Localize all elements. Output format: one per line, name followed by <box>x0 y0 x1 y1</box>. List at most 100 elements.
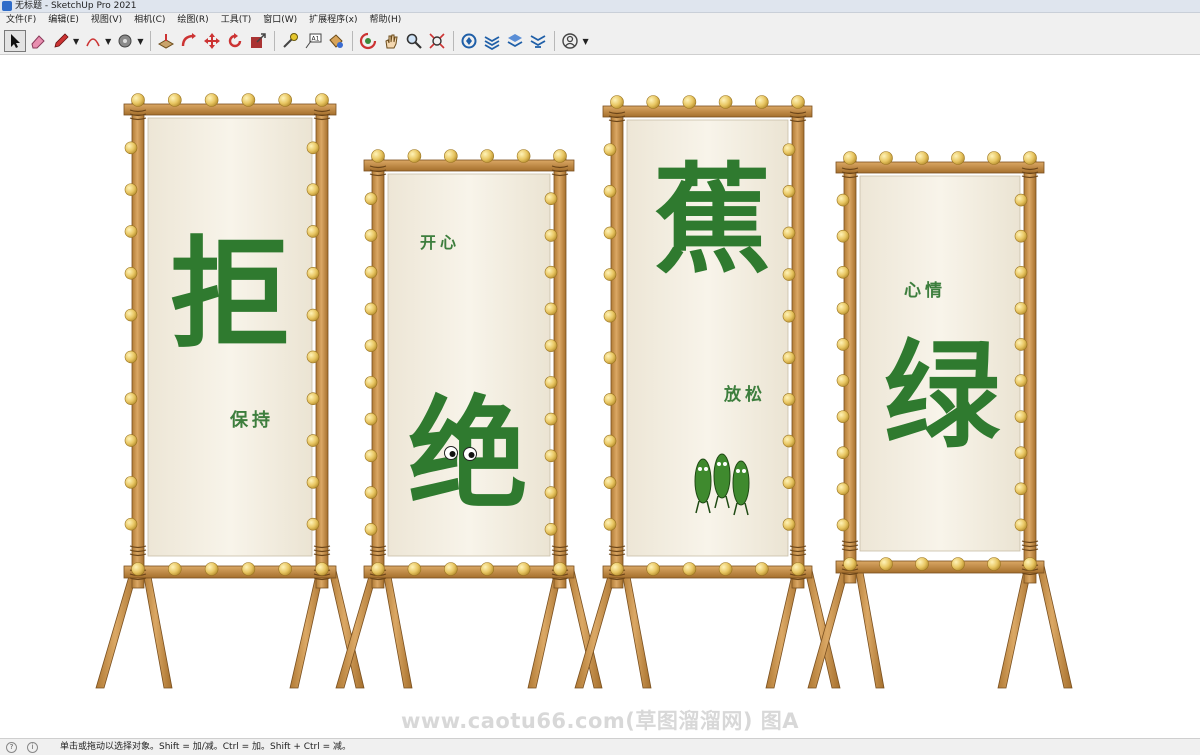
scale-icon[interactable] <box>247 30 269 52</box>
bead-light <box>124 517 138 531</box>
bead-light <box>603 268 617 281</box>
zoom-extents-icon[interactable] <box>426 30 448 52</box>
menu-view[interactable]: 视图(V) <box>85 13 128 28</box>
bead-light <box>306 392 320 406</box>
banner-stand: 绿 心情 <box>807 151 1073 689</box>
bead-light <box>544 302 558 316</box>
menu-help[interactable]: 帮助(H) <box>364 13 408 28</box>
toolbar-separator <box>150 31 152 51</box>
rotate-icon[interactable] <box>224 30 246 52</box>
chevron-down-icon[interactable]: ▼ <box>105 37 111 46</box>
warehouse-icon[interactable] <box>458 30 480 52</box>
cucumber-eye <box>698 467 702 471</box>
bead-light <box>544 339 558 352</box>
chevron-down-icon[interactable]: ▼ <box>73 37 79 46</box>
push-pull-icon[interactable] <box>155 30 177 52</box>
cucumber-body <box>732 460 750 506</box>
menu-tools[interactable]: 工具(T) <box>215 13 258 28</box>
bead-light <box>603 309 617 323</box>
bead-light <box>646 562 661 576</box>
model-scene: 拒保持 绝开心 蕉放松 绿心情 <box>95 93 1073 689</box>
status-bar: ? i 单击或拖动以选择对象。Shift = 加/减。Ctrl = 加。Shif… <box>0 738 1200 755</box>
bead-light <box>836 302 850 315</box>
zoom-icon[interactable] <box>403 30 425 52</box>
eraser-icon[interactable] <box>27 30 49 52</box>
bead-light <box>843 557 857 571</box>
bead-light <box>915 151 929 165</box>
bead-light <box>1014 518 1028 532</box>
extension-warehouse-icon[interactable] <box>481 30 503 52</box>
menu-draw[interactable]: 绘图(R) <box>171 13 214 28</box>
bead-light <box>544 486 558 499</box>
bead-light <box>553 562 567 576</box>
cucumber-body <box>713 453 731 499</box>
menu-extensions[interactable]: 扩展程序(x) <box>303 13 363 28</box>
bead-light <box>718 95 733 109</box>
bead-light <box>364 192 378 206</box>
tape-measure-icon[interactable] <box>279 30 301 52</box>
layout-icon[interactable] <box>504 30 526 52</box>
chevron-down-icon[interactable]: ▼ <box>582 37 588 46</box>
bead-light <box>480 562 495 576</box>
menu-camera[interactable]: 相机(C) <box>128 13 171 28</box>
bead-light <box>610 95 624 109</box>
send-to-layout-icon[interactable] <box>527 30 549 52</box>
bamboo-pole-left <box>610 99 624 589</box>
bead-light <box>241 562 256 576</box>
bead-light <box>610 562 624 576</box>
info-icon[interactable]: i <box>27 741 38 753</box>
bead-light <box>168 562 182 576</box>
cucumber-eye <box>736 469 740 473</box>
bead-light <box>306 183 320 196</box>
pan-icon[interactable] <box>380 30 402 52</box>
account-icon[interactable] <box>559 30 581 52</box>
cucumber-eye <box>717 462 721 466</box>
bead-light <box>544 192 558 206</box>
cucumber-eye <box>742 469 746 473</box>
bamboo-leg <box>381 565 413 689</box>
follow-me-icon[interactable] <box>178 30 200 52</box>
select-icon[interactable] <box>4 30 26 52</box>
shape-icon[interactable] <box>114 30 136 52</box>
bead-light <box>364 339 378 352</box>
bead-light <box>782 434 796 448</box>
bead-light <box>782 518 796 531</box>
bamboo-rail-bottom <box>363 565 575 579</box>
toolbar-separator <box>274 31 276 51</box>
menu-file[interactable]: 文件(F) <box>0 13 42 28</box>
bead-light <box>1014 229 1028 243</box>
bead-light <box>836 446 850 460</box>
bead-light <box>306 476 320 489</box>
text-icon[interactable]: A1 <box>302 30 324 52</box>
move-icon[interactable] <box>201 30 223 52</box>
paint-bucket-icon[interactable] <box>325 30 347 52</box>
bead-light <box>364 486 378 499</box>
bead-light <box>124 225 138 238</box>
pencil-icon[interactable] <box>50 30 72 52</box>
arc-icon[interactable] <box>82 30 104 52</box>
bamboo-pole-left <box>843 155 857 584</box>
banner-stand: 绝开心 <box>335 149 603 689</box>
bead-light <box>782 351 796 365</box>
bead-light <box>544 229 558 242</box>
bead-light <box>646 95 661 109</box>
model-viewport[interactable]: 拒保持绝开心蕉放松绿心情 <box>0 56 1200 738</box>
geo-location-icon[interactable]: ? <box>6 741 17 753</box>
bead-light <box>987 557 1001 571</box>
bamboo-rail-top <box>602 105 813 118</box>
bamboo-rail-bottom <box>835 560 1045 574</box>
banner-caption: 开心 <box>420 233 460 252</box>
cucumber-eye <box>723 462 727 466</box>
menu-edit[interactable]: 编辑(E) <box>42 13 85 28</box>
chevron-down-icon[interactable]: ▼ <box>137 37 143 46</box>
bead-light <box>1014 446 1028 460</box>
bamboo-leg <box>803 565 841 689</box>
bamboo-rail-top <box>123 103 337 116</box>
eye-pupil <box>449 451 456 457</box>
orbit-icon[interactable] <box>357 30 379 52</box>
bead-light <box>306 266 320 280</box>
menu-window[interactable]: 窗口(W) <box>257 13 303 28</box>
bead-light <box>443 562 458 576</box>
bead-light <box>544 376 558 389</box>
bead-light <box>124 183 138 196</box>
